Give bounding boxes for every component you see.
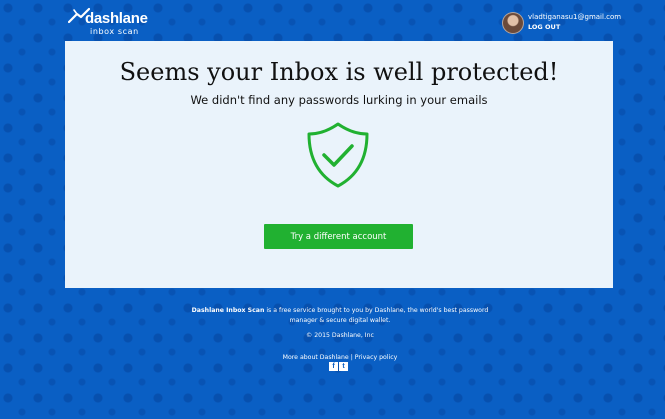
page-subtitle: We didn't find any passwords lurking in …: [190, 93, 488, 107]
result-card: Seems your Inbox is well protected! We d…: [65, 41, 613, 288]
footer-copyright: © 2015 Dashlane, Inc: [306, 332, 374, 339]
footer-brand: Dashlane Inbox Scan: [191, 307, 265, 314]
logo-subtitle: inbox scan: [90, 27, 139, 36]
logo-name: dashlane: [85, 10, 148, 27]
twitter-icon[interactable]: t: [339, 362, 348, 371]
footer-links: More about Dashlane | Privacy policy: [180, 353, 500, 363]
try-different-account-button[interactable]: Try a different account: [264, 224, 413, 249]
user-menu: vladtiganasu1@gmail.com LOG OUT: [502, 12, 662, 34]
user-email: vladtiganasu1@gmail.com: [528, 13, 622, 21]
footer-link-separator: |: [350, 353, 353, 361]
privacy-policy-link[interactable]: Privacy policy: [355, 354, 398, 361]
facebook-icon[interactable]: f: [329, 362, 338, 371]
avatar: [502, 12, 524, 34]
logout-link[interactable]: LOG OUT: [528, 23, 560, 31]
footer: Dashlane Inbox Scan is a free service br…: [180, 306, 500, 362]
social-links: f t: [329, 362, 349, 372]
page-title: Seems your Inbox is well protected!: [119, 58, 559, 86]
footer-description: Dashlane Inbox Scan is a free service br…: [180, 306, 500, 325]
shield-check-icon: [307, 122, 369, 188]
header: dashlane inbox scan vladtiganasu1@gmail.…: [0, 0, 665, 42]
dashlane-logo[interactable]: dashlane inbox scan: [68, 7, 148, 37]
footer-description-text: is a free service brought to you by Dash…: [264, 307, 489, 324]
more-about-dashlane-link[interactable]: More about Dashlane: [283, 354, 349, 361]
